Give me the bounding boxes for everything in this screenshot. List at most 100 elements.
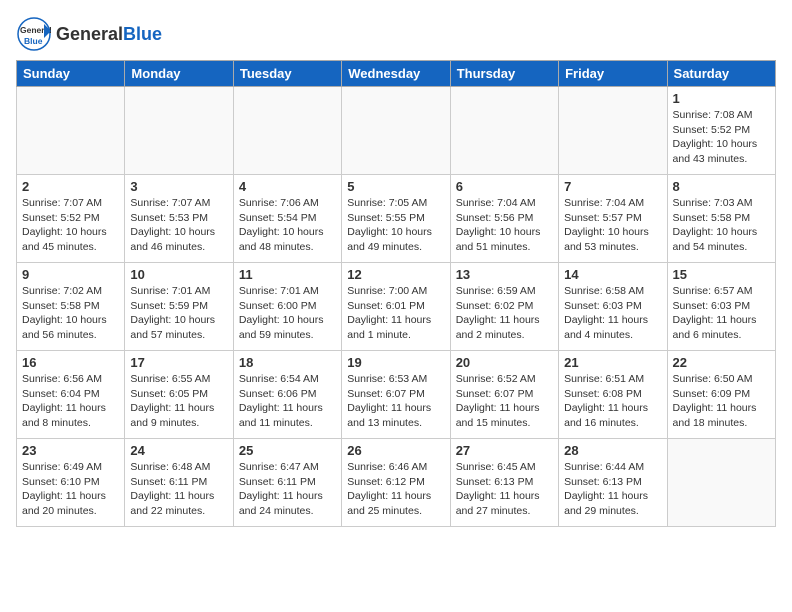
page-header: General Blue GeneralBlue xyxy=(16,16,776,52)
day-number: 18 xyxy=(239,355,336,370)
day-number: 28 xyxy=(564,443,661,458)
cell-text: Sunrise: 7:02 AM Sunset: 5:58 PM Dayligh… xyxy=(22,284,119,343)
day-number: 23 xyxy=(22,443,119,458)
calendar-cell: 26 Sunrise: 6:46 AM Sunset: 6:12 PM Dayli… xyxy=(342,439,450,527)
calendar-week-0: 1 Sunrise: 7:08 AM Sunset: 5:52 PM Daylig… xyxy=(17,87,776,175)
calendar-week-1: 2Sunrise: 7:07 AM Sunset: 5:52 PM Daylig… xyxy=(17,175,776,263)
cell-text: Sunrise: 6:58 AM Sunset: 6:03 PM Dayligh… xyxy=(564,284,661,343)
calendar-cell: 8Sunrise: 7:03 AM Sunset: 5:58 PM Daylig… xyxy=(667,175,775,263)
cell-text: Sunrise: 7:04 AM Sunset: 5:57 PM Dayligh… xyxy=(564,196,661,255)
day-number: 6 xyxy=(456,179,553,194)
calendar-weekday-tuesday: Tuesday xyxy=(233,61,341,87)
calendar-weekday-saturday: Saturday xyxy=(667,61,775,87)
day-number: 17 xyxy=(130,355,227,370)
calendar-cell: 1 Sunrise: 7:08 AM Sunset: 5:52 PM Daylig… xyxy=(667,87,775,175)
calendar-cell: 25 Sunrise: 6:47 AM Sunset: 6:11 PM Dayli… xyxy=(233,439,341,527)
day-number: 15 xyxy=(673,267,770,282)
calendar-cell: 23 Sunrise: 6:49 AM Sunset: 6:10 PM Dayli… xyxy=(17,439,125,527)
calendar-cell: 17 Sunrise: 6:55 AM Sunset: 6:05 PM Dayli… xyxy=(125,351,233,439)
calendar-cell: 27 Sunrise: 6:45 AM Sunset: 6:13 PM Dayli… xyxy=(450,439,558,527)
calendar-cell xyxy=(667,439,775,527)
day-number: 25 xyxy=(239,443,336,458)
calendar-cell: 22 Sunrise: 6:50 AM Sunset: 6:09 PM Dayli… xyxy=(667,351,775,439)
calendar-cell xyxy=(450,87,558,175)
calendar-cell xyxy=(233,87,341,175)
cell-text: Sunrise: 6:44 AM Sunset: 6:13 PM Dayligh… xyxy=(564,460,661,519)
cell-text: Sunrise: 7:01 AM Sunset: 5:59 PM Dayligh… xyxy=(130,284,227,343)
day-number: 21 xyxy=(564,355,661,370)
cell-text: Sunrise: 6:46 AM Sunset: 6:12 PM Dayligh… xyxy=(347,460,444,519)
calendar-cell: 7Sunrise: 7:04 AM Sunset: 5:57 PM Daylig… xyxy=(559,175,667,263)
calendar-cell: 10 Sunrise: 7:01 AM Sunset: 5:59 PM Dayli… xyxy=(125,263,233,351)
day-number: 20 xyxy=(456,355,553,370)
day-number: 9 xyxy=(22,267,119,282)
calendar-cell: 16 Sunrise: 6:56 AM Sunset: 6:04 PM Dayli… xyxy=(17,351,125,439)
calendar-week-2: 9 Sunrise: 7:02 AM Sunset: 5:58 PM Daylig… xyxy=(17,263,776,351)
calendar-cell: 18 Sunrise: 6:54 AM Sunset: 6:06 PM Dayli… xyxy=(233,351,341,439)
calendar-cell: 13 Sunrise: 6:59 AM Sunset: 6:02 PM Dayli… xyxy=(450,263,558,351)
calendar-weekday-monday: Monday xyxy=(125,61,233,87)
calendar-cell: 24 Sunrise: 6:48 AM Sunset: 6:11 PM Dayli… xyxy=(125,439,233,527)
calendar-weekday-wednesday: Wednesday xyxy=(342,61,450,87)
day-number: 10 xyxy=(130,267,227,282)
day-number: 22 xyxy=(673,355,770,370)
calendar-cell xyxy=(559,87,667,175)
cell-text: Sunrise: 6:59 AM Sunset: 6:02 PM Dayligh… xyxy=(456,284,553,343)
day-number: 19 xyxy=(347,355,444,370)
calendar-cell: 2Sunrise: 7:07 AM Sunset: 5:52 PM Daylig… xyxy=(17,175,125,263)
calendar-cell: 12Sunrise: 7:00 AM Sunset: 6:01 PM Dayli… xyxy=(342,263,450,351)
calendar-cell xyxy=(17,87,125,175)
cell-text: Sunrise: 6:52 AM Sunset: 6:07 PM Dayligh… xyxy=(456,372,553,431)
calendar-body: 1 Sunrise: 7:08 AM Sunset: 5:52 PM Daylig… xyxy=(17,87,776,527)
calendar-cell xyxy=(342,87,450,175)
calendar-cell: 3Sunrise: 7:07 AM Sunset: 5:53 PM Daylig… xyxy=(125,175,233,263)
cell-text: Sunrise: 6:53 AM Sunset: 6:07 PM Dayligh… xyxy=(347,372,444,431)
calendar-cell: 5Sunrise: 7:05 AM Sunset: 5:55 PM Daylig… xyxy=(342,175,450,263)
calendar-weekday-friday: Friday xyxy=(559,61,667,87)
logo: General Blue GeneralBlue xyxy=(16,16,162,52)
calendar-cell: 6 Sunrise: 7:04 AM Sunset: 5:56 PM Daylig… xyxy=(450,175,558,263)
logo-blue: Blue xyxy=(123,24,162,44)
calendar-table: SundayMondayTuesdayWednesdayThursdayFrid… xyxy=(16,60,776,527)
cell-text: Sunrise: 7:07 AM Sunset: 5:52 PM Dayligh… xyxy=(22,196,119,255)
cell-text: Sunrise: 7:07 AM Sunset: 5:53 PM Dayligh… xyxy=(130,196,227,255)
svg-text:Blue: Blue xyxy=(24,36,43,46)
calendar-cell: 9 Sunrise: 7:02 AM Sunset: 5:58 PM Daylig… xyxy=(17,263,125,351)
calendar-week-3: 16 Sunrise: 6:56 AM Sunset: 6:04 PM Dayli… xyxy=(17,351,776,439)
day-number: 16 xyxy=(22,355,119,370)
calendar-week-4: 23 Sunrise: 6:49 AM Sunset: 6:10 PM Dayli… xyxy=(17,439,776,527)
calendar-cell: 11Sunrise: 7:01 AM Sunset: 6:00 PM Dayli… xyxy=(233,263,341,351)
calendar-cell: 4 Sunrise: 7:06 AM Sunset: 5:54 PM Daylig… xyxy=(233,175,341,263)
cell-text: Sunrise: 6:49 AM Sunset: 6:10 PM Dayligh… xyxy=(22,460,119,519)
cell-text: Sunrise: 7:08 AM Sunset: 5:52 PM Dayligh… xyxy=(673,108,770,167)
calendar-cell: 19 Sunrise: 6:53 AM Sunset: 6:07 PM Dayli… xyxy=(342,351,450,439)
calendar-header-row: SundayMondayTuesdayWednesdayThursdayFrid… xyxy=(17,61,776,87)
cell-text: Sunrise: 7:06 AM Sunset: 5:54 PM Dayligh… xyxy=(239,196,336,255)
cell-text: Sunrise: 6:48 AM Sunset: 6:11 PM Dayligh… xyxy=(130,460,227,519)
logo-general: General xyxy=(56,24,123,44)
day-number: 27 xyxy=(456,443,553,458)
cell-text: Sunrise: 6:55 AM Sunset: 6:05 PM Dayligh… xyxy=(130,372,227,431)
cell-text: Sunrise: 7:00 AM Sunset: 6:01 PM Dayligh… xyxy=(347,284,444,343)
day-number: 26 xyxy=(347,443,444,458)
calendar-cell: 15 Sunrise: 6:57 AM Sunset: 6:03 PM Dayli… xyxy=(667,263,775,351)
cell-text: Sunrise: 6:47 AM Sunset: 6:11 PM Dayligh… xyxy=(239,460,336,519)
day-number: 11 xyxy=(239,267,336,282)
day-number: 1 xyxy=(673,91,770,106)
calendar-weekday-thursday: Thursday xyxy=(450,61,558,87)
cell-text: Sunrise: 7:04 AM Sunset: 5:56 PM Dayligh… xyxy=(456,196,553,255)
cell-text: Sunrise: 6:56 AM Sunset: 6:04 PM Dayligh… xyxy=(22,372,119,431)
calendar-cell: 21 Sunrise: 6:51 AM Sunset: 6:08 PM Dayli… xyxy=(559,351,667,439)
day-number: 24 xyxy=(130,443,227,458)
cell-text: Sunrise: 6:54 AM Sunset: 6:06 PM Dayligh… xyxy=(239,372,336,431)
calendar-weekday-sunday: Sunday xyxy=(17,61,125,87)
cell-text: Sunrise: 6:57 AM Sunset: 6:03 PM Dayligh… xyxy=(673,284,770,343)
calendar-cell xyxy=(125,87,233,175)
calendar-cell: 14Sunrise: 6:58 AM Sunset: 6:03 PM Dayli… xyxy=(559,263,667,351)
day-number: 13 xyxy=(456,267,553,282)
day-number: 4 xyxy=(239,179,336,194)
cell-text: Sunrise: 6:45 AM Sunset: 6:13 PM Dayligh… xyxy=(456,460,553,519)
day-number: 8 xyxy=(673,179,770,194)
cell-text: Sunrise: 6:51 AM Sunset: 6:08 PM Dayligh… xyxy=(564,372,661,431)
cell-text: Sunrise: 6:50 AM Sunset: 6:09 PM Dayligh… xyxy=(673,372,770,431)
